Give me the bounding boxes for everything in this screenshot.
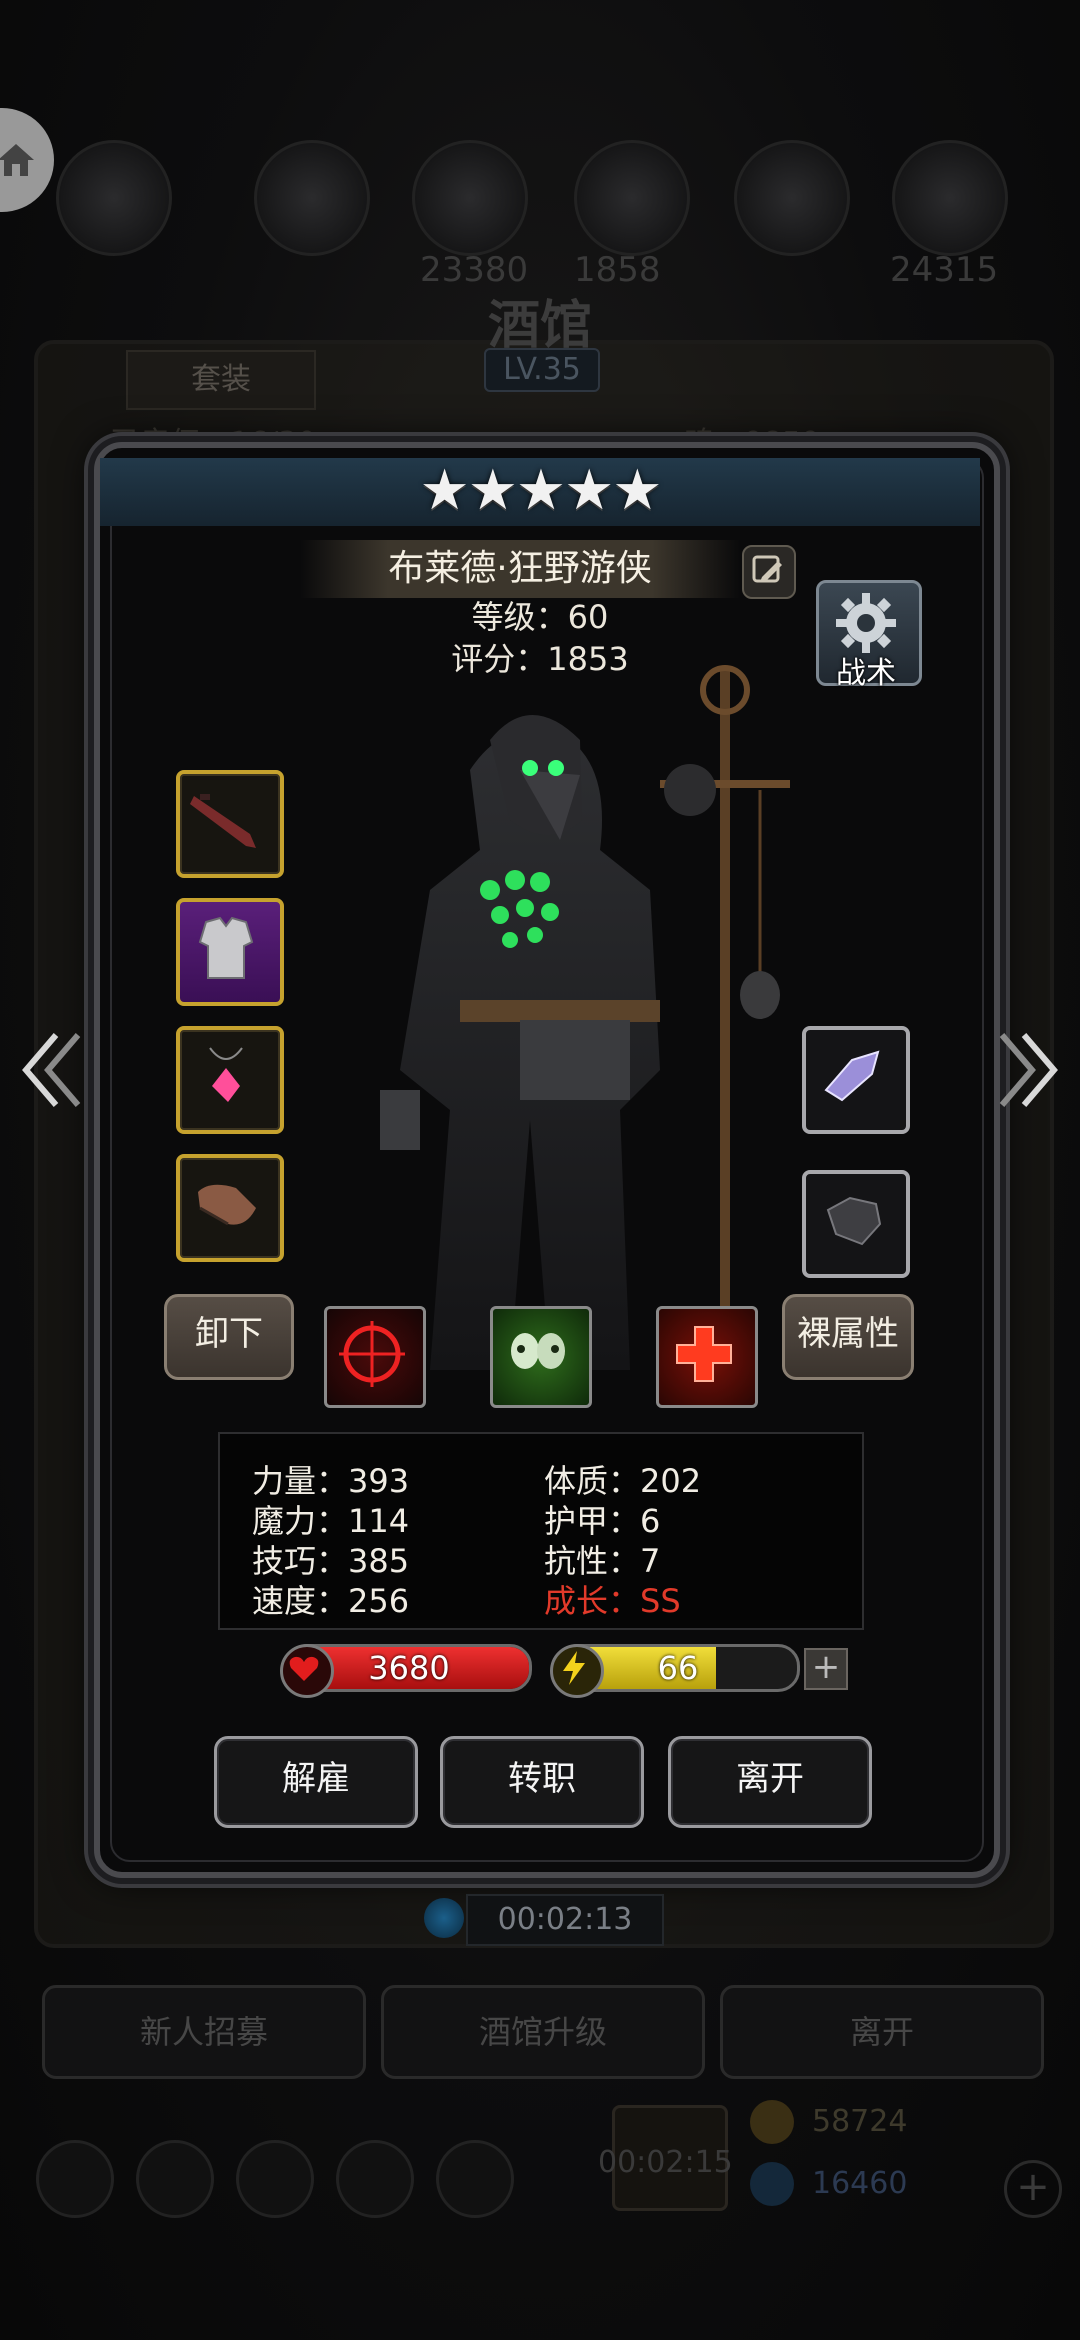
menu-icon[interactable] bbox=[36, 2140, 114, 2218]
poison-skull-icon bbox=[511, 1333, 565, 1369]
skill-slot-2[interactable] bbox=[490, 1306, 592, 1408]
gold-amount: 58724 bbox=[812, 2104, 908, 2139]
tab-suit[interactable]: 套装 bbox=[126, 350, 316, 410]
previous-hero-button[interactable] bbox=[16, 1025, 86, 1115]
countdown-timer: 00:02:13 bbox=[466, 1894, 664, 1946]
resource-orb-icon bbox=[734, 140, 850, 256]
dismiss-button[interactable]: 解雇 bbox=[214, 1736, 418, 1828]
gem-amount: 16460 bbox=[812, 2166, 908, 2201]
hero-portrait-icon bbox=[56, 140, 172, 256]
add-icon[interactable]: + bbox=[1004, 2160, 1062, 2218]
gauntlet-icon bbox=[198, 1184, 256, 1226]
skill-slot-3[interactable] bbox=[656, 1306, 758, 1408]
hero-character-art bbox=[380, 665, 790, 1370]
screen-title: 酒馆 bbox=[487, 296, 592, 356]
home-icon bbox=[0, 144, 34, 176]
rifle-icon bbox=[190, 794, 256, 848]
bare-attributes-button[interactable]: 裸属性 bbox=[782, 1294, 914, 1380]
bg-leave-button[interactable]: 离开 bbox=[720, 1985, 1044, 2079]
equip-slot-accessory[interactable] bbox=[802, 1026, 910, 1134]
recruit-button[interactable]: 新人招募 bbox=[42, 1985, 366, 2079]
menu-icon[interactable] bbox=[436, 2140, 514, 2218]
equip-slot-glove[interactable] bbox=[802, 1170, 910, 1278]
resource-orb-icon bbox=[254, 140, 370, 256]
unequip-button[interactable]: 卸下 bbox=[164, 1294, 294, 1380]
clock-icon bbox=[424, 1898, 464, 1938]
heal-cross-icon bbox=[676, 1326, 732, 1382]
rename-button[interactable] bbox=[742, 545, 796, 599]
menu-icon[interactable] bbox=[336, 2140, 414, 2218]
skill-slot-1[interactable] bbox=[324, 1306, 426, 1408]
leave-button[interactable]: 离开 bbox=[668, 1736, 872, 1828]
tavern-upgrade-button[interactable]: 酒馆升级 bbox=[381, 1985, 705, 2079]
tavern-level: LV.35 bbox=[484, 348, 600, 392]
next-hero-button[interactable] bbox=[994, 1025, 1064, 1115]
chevron-left-icon bbox=[22, 1033, 81, 1107]
heart-icon bbox=[280, 1644, 334, 1698]
add-energy-button[interactable]: + bbox=[804, 1648, 848, 1690]
chest-armor-icon bbox=[198, 916, 254, 979]
dark-glove-icon bbox=[826, 1196, 882, 1246]
equip-slot-gauntlet[interactable] bbox=[176, 1154, 284, 1262]
pencil-icon bbox=[752, 555, 782, 583]
stat-growth: 成长：SS bbox=[544, 1582, 681, 1620]
gold-coin-icon bbox=[750, 2100, 794, 2144]
tactic-label: 战术 bbox=[836, 656, 896, 691]
resource-orb-icon bbox=[412, 140, 528, 256]
equip-slot-weapon[interactable] bbox=[176, 770, 284, 878]
menu-icon[interactable] bbox=[236, 2140, 314, 2218]
pink-amulet-icon bbox=[209, 1047, 243, 1102]
gem-icon bbox=[750, 2162, 794, 2206]
resource-orb-icon bbox=[892, 140, 1008, 256]
lightning-icon bbox=[550, 1644, 604, 1698]
menu-icon[interactable] bbox=[136, 2140, 214, 2218]
transfer-class-button[interactable]: 转职 bbox=[440, 1736, 644, 1828]
crosshair-icon bbox=[339, 1321, 405, 1387]
crystal-icon bbox=[824, 1050, 880, 1102]
stat-speed: 速度：256 bbox=[252, 1582, 410, 1620]
hero-name: 布莱德·狂野游侠 bbox=[300, 540, 740, 598]
bg-timer: 00:02:15 bbox=[598, 2145, 733, 2180]
hero-star-rating: ★★★★★ bbox=[419, 458, 662, 523]
chevron-right-icon bbox=[999, 1033, 1058, 1107]
resource-orb-icon bbox=[574, 140, 690, 256]
equip-slot-amulet[interactable] bbox=[176, 1026, 284, 1134]
equip-slot-armor[interactable] bbox=[176, 898, 284, 1006]
